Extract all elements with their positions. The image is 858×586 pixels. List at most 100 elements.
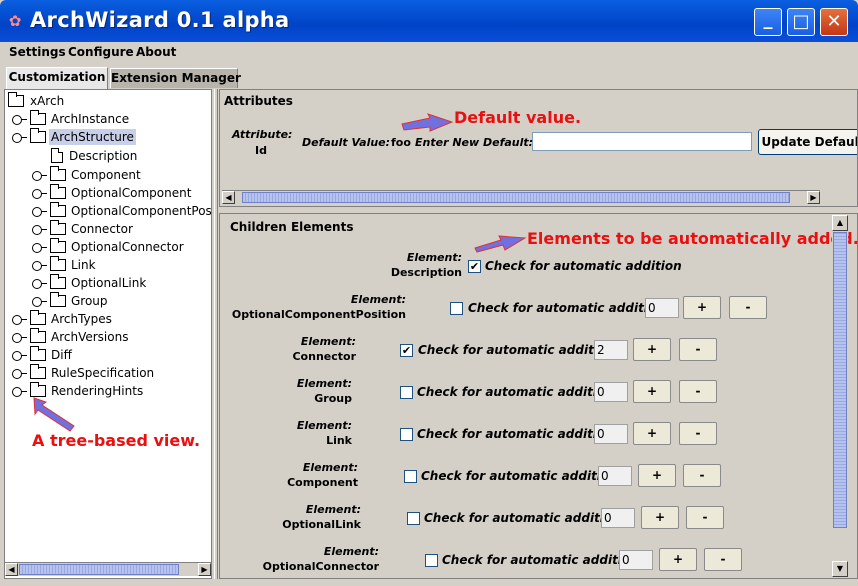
auto-add-checkbox[interactable] [450,302,463,315]
expand-toggle-icon[interactable] [12,368,27,379]
decrement-button[interactable]: - [679,338,717,361]
decrement-button[interactable]: - [679,380,717,403]
increment-button[interactable]: + [638,464,676,487]
menu-about[interactable]: About [136,45,176,59]
increment-button[interactable]: + [641,506,679,529]
menu-settings[interactable]: Settings [9,45,66,59]
scroll-left-arrow-icon[interactable]: ◀ [5,563,18,576]
scroll-thumb[interactable] [833,232,847,528]
scroll-up-arrow-icon[interactable]: ▲ [832,215,848,231]
count-field[interactable]: 0 [645,298,679,318]
count-field[interactable]: 0 [601,508,635,528]
auto-add-checkbox[interactable] [407,512,420,525]
increment-button[interactable]: + [633,380,671,403]
menu-configure[interactable]: Configure [68,45,134,59]
decrement-button[interactable]: - [679,422,717,445]
maximize-button[interactable]: □ [787,8,815,36]
menu-bar: Settings Configure About [0,42,858,64]
element-caption: Element: OptionalConnector [262,545,379,573]
tree-view[interactable]: xArch ArchInstance ArchStructure Descrip… [4,89,212,579]
folder-icon [50,274,66,289]
element-row-optionallink: Element: OptionalLink Check for automati… [220,502,820,542]
expand-toggle-icon[interactable] [12,314,27,325]
folder-icon [50,292,66,307]
auto-add-checkbox[interactable] [400,386,413,399]
count-field[interactable]: 2 [594,340,628,360]
count-field[interactable]: 0 [594,424,628,444]
tree-view-annotation: A tree-based view. [32,431,201,450]
auto-add-label: Check for automatic addition [468,301,665,315]
auto-add-checkbox[interactable] [400,428,413,441]
expand-toggle-icon[interactable] [32,260,47,271]
title-bar: ✿ ArchWizard 0.1 alpha _ □ ✕ [0,0,858,42]
scroll-left-arrow-icon[interactable]: ◀ [222,191,235,204]
element-row-optionalcomponentposition: Element: OptionalComponentPosition Check… [220,292,820,332]
auto-add-checkbox[interactable] [425,554,438,567]
elements-annotation-arrow-icon [474,235,527,253]
children-vertical-scrollbar[interactable]: ▲ ▼ [832,215,848,577]
increment-button[interactable]: + [659,548,697,571]
children-elements-panel: Children Elements Element: Description ✔… [219,213,858,579]
auto-add-checkbox[interactable]: ✔ [400,344,413,357]
folder-icon [50,184,66,199]
expand-toggle-icon[interactable] [32,296,47,307]
count-field[interactable]: 0 [598,466,632,486]
increment-button[interactable]: + [633,422,671,445]
close-button[interactable]: ✕ [820,8,848,36]
element-caption: Element: Group [296,377,352,405]
expand-toggle-icon[interactable] [32,278,47,289]
folder-icon [30,364,46,379]
expand-toggle-icon[interactable] [12,386,27,397]
count-field[interactable]: 0 [594,382,628,402]
scroll-right-arrow-icon[interactable]: ▶ [198,563,211,576]
scroll-thumb[interactable] [19,564,179,575]
element-row-group: Element: Group Check for automatic addit… [220,376,820,416]
folder-icon [50,202,66,217]
scroll-down-arrow-icon[interactable]: ▼ [832,561,848,577]
attributes-horizontal-scrollbar[interactable]: ◀ ▶ [222,190,820,204]
folder-icon [30,346,46,361]
decrement-button[interactable]: - [729,296,767,319]
new-default-input[interactable] [532,132,752,151]
elements-annotation: Elements to be automatically added. [527,229,858,248]
update-default-button[interactable]: Update Default [758,129,857,155]
expand-toggle-icon[interactable] [32,206,47,217]
folder-icon [30,310,46,325]
auto-add-checkbox[interactable]: ✔ [468,260,481,273]
scroll-right-arrow-icon[interactable]: ▶ [807,191,820,204]
element-caption: Element: Description [390,251,462,279]
tree-horizontal-scrollbar[interactable]: ◀ ▶ [5,562,211,576]
attribute-label: Attribute: [232,128,293,141]
expand-toggle-icon[interactable] [12,332,27,343]
auto-add-label: Check for automatic addition [417,385,614,399]
element-caption: Element: OptionalLink [282,503,361,531]
expand-toggle-icon[interactable] [12,114,27,125]
tab-customization[interactable]: Customization [6,67,108,89]
scroll-thumb[interactable] [242,192,790,203]
expand-toggle-icon[interactable] [32,188,47,199]
default-value-annotation-arrow-icon [401,113,454,132]
default-value-annotation: Default value. [454,108,582,127]
attributes-panel: Attributes Attribute: Id Default Value: … [219,89,858,207]
minimize-button[interactable]: _ [754,8,782,36]
decrement-button[interactable]: - [686,506,724,529]
split-pane-divider[interactable] [214,89,218,579]
folder-icon [30,128,46,143]
expand-toggle-icon[interactable] [32,170,47,181]
folder-icon [50,220,66,235]
decrement-button[interactable]: - [683,464,721,487]
auto-add-label: Check for automatic addition [442,553,639,567]
decrement-button[interactable]: - [704,548,742,571]
window-bottom-edge [0,579,858,586]
increment-button[interactable]: + [633,338,671,361]
expand-toggle-icon[interactable] [12,350,27,361]
expand-toggle-icon[interactable] [32,242,47,253]
collapse-toggle-icon[interactable] [12,132,27,143]
count-field[interactable]: 0 [619,550,653,570]
expand-toggle-icon[interactable] [32,224,47,235]
increment-button[interactable]: + [683,296,721,319]
auto-add-checkbox[interactable] [404,470,417,483]
enter-new-default-label: Enter New Default: [415,136,534,149]
element-caption: Element: Link [296,419,352,447]
tab-extension-manager[interactable]: Extension Manager [110,68,241,88]
